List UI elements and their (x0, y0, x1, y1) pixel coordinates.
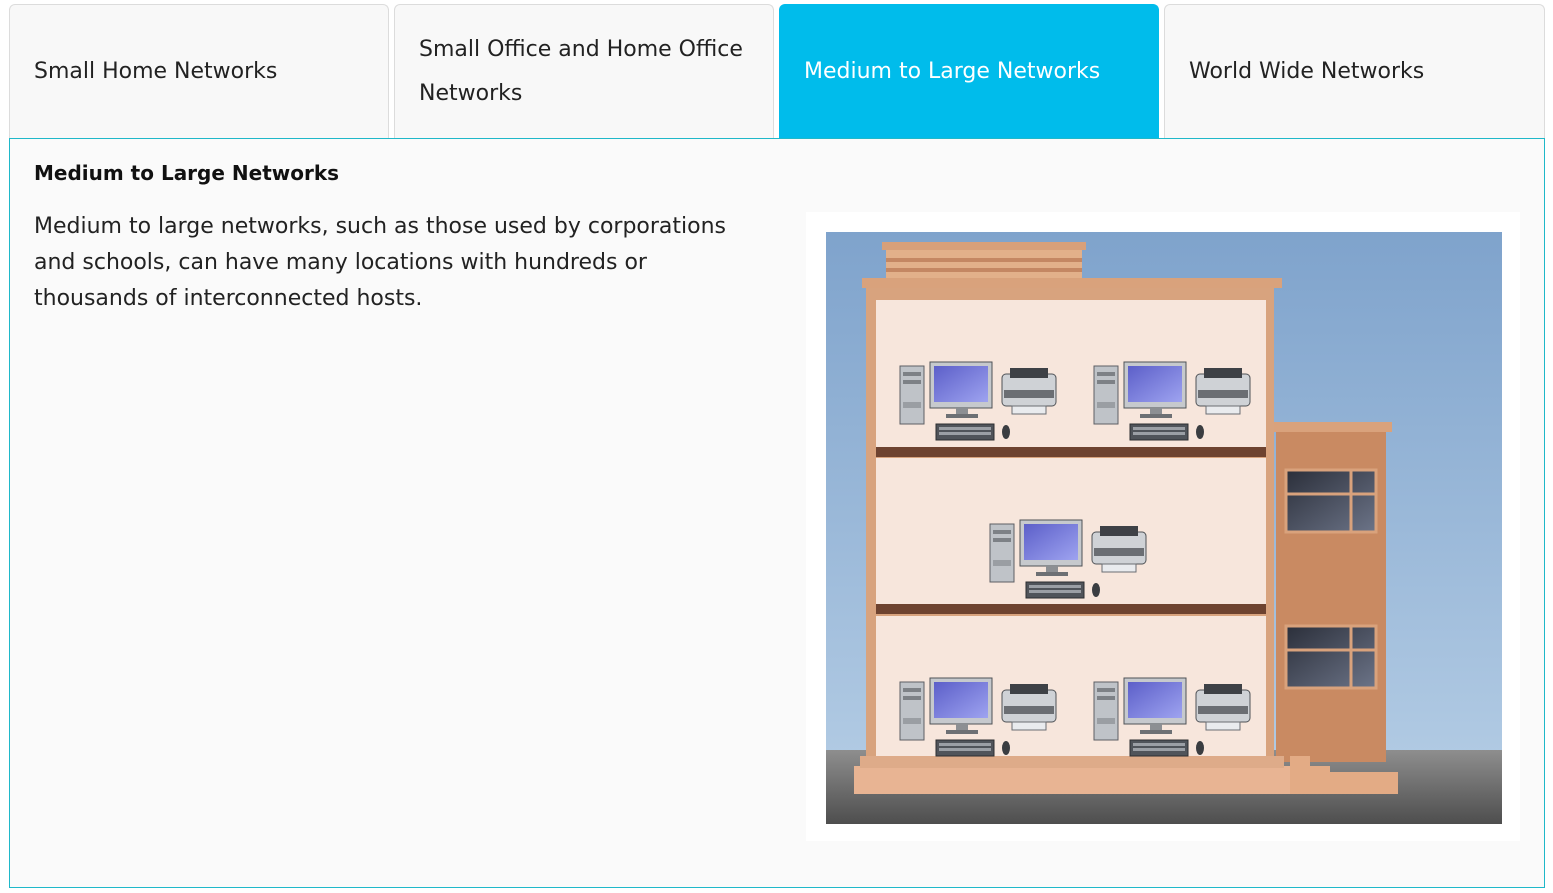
tab-medium-large-networks[interactable]: Medium to Large Networks (779, 4, 1159, 138)
tab-world-wide-networks[interactable]: World Wide Networks (1164, 4, 1545, 138)
tab-soho-networks[interactable]: Small Office and Home Office Networks (394, 4, 774, 138)
network-illustration (806, 212, 1520, 841)
tab-label: Medium to Large Networks (804, 58, 1101, 84)
tab-label: Small Home Networks (34, 58, 278, 84)
tab-bar: Small Home Networks Small Office and Hom… (9, 4, 1545, 139)
building-illustration (826, 232, 1502, 824)
tab-label: World Wide Networks (1189, 58, 1425, 84)
tab-small-home-networks[interactable]: Small Home Networks (9, 4, 389, 138)
panel-title: Medium to Large Networks (34, 161, 340, 185)
panel-description: Medium to large networks, such as those … (34, 214, 727, 311)
tab-label: Small Office and Home Office Networks (419, 36, 743, 106)
tab-panel: Medium to Large Networks Medium to large… (9, 138, 1545, 888)
